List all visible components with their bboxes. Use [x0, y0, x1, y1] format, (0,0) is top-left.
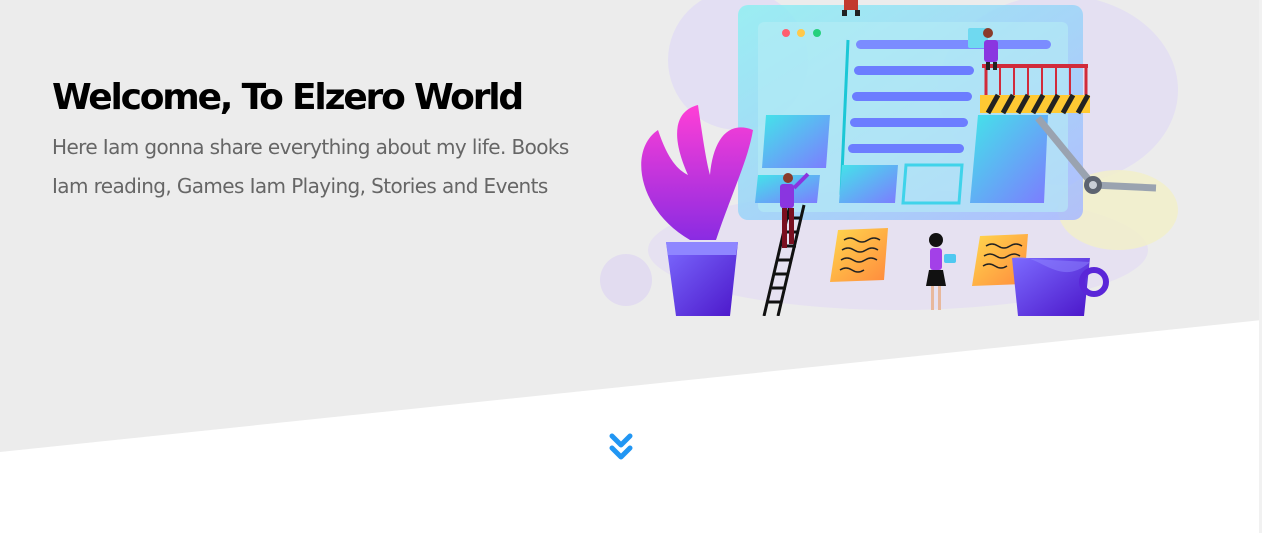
double-chevron-down-icon[interactable]: [606, 432, 636, 464]
page-subtitle: Here Iam gonna share everything about my…: [52, 135, 569, 198]
page-title: Welcome, To Elzero World: [52, 77, 524, 118]
intro-text: Welcome, To Elzero World Here Iam gonna …: [52, 74, 572, 206]
landing-section: Welcome, To Elzero World Here Iam gonna …: [0, 0, 1262, 533]
website-builders-illustration: [600, 0, 1178, 316]
